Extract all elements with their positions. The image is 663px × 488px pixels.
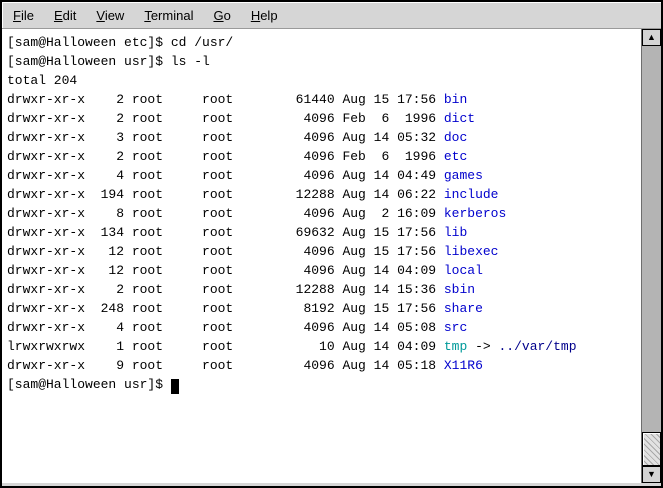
file-row: drwxr-xr-x 8 root root 4096 Aug 2 16:09 …: [7, 204, 641, 223]
command-line: [sam@Halloween etc]$ cd /usr/: [7, 33, 641, 52]
file-meta: drwxr-xr-x 2 root root 4096 Feb 6 1996: [7, 111, 444, 126]
scroll-down-arrow-icon: ▼: [647, 470, 656, 479]
symlink-name: tmp: [444, 339, 467, 354]
scrollbar-track[interactable]: [642, 46, 661, 466]
file-meta: drwxr-xr-x 12 root root 4096 Aug 15 17:5…: [7, 244, 444, 259]
window-body: [sam@Halloween etc]$ cd /usr/ [sam@Hallo…: [2, 29, 661, 483]
total-line: total 204: [7, 71, 641, 90]
file-name: dict: [444, 111, 475, 126]
file-meta: drwxr-xr-x 12 root root 4096 Aug 14 04:0…: [7, 263, 444, 278]
menu-item-go-label: o: [224, 8, 231, 23]
menu-item-edit[interactable]: Edit: [44, 4, 86, 27]
file-meta: drwxr-xr-x 2 root root 4096 Feb 6 1996: [7, 149, 444, 164]
menu-item-view[interactable]: View: [86, 4, 134, 27]
prompt-text: [sam@Halloween usr]$: [7, 377, 171, 392]
menu-item-help[interactable]: Help: [241, 4, 288, 27]
file-meta: drwxr-xr-x 9 root root 4096 Aug 14 05:18: [7, 358, 444, 373]
file-name: games: [444, 168, 483, 183]
file-row: drwxr-xr-x 3 root root 4096 Aug 14 05:32…: [7, 128, 641, 147]
file-name: src: [444, 320, 467, 335]
file-name: bin: [444, 92, 467, 107]
file-row: drwxr-xr-x 12 root root 4096 Aug 14 04:0…: [7, 261, 641, 280]
text-cursor: [171, 379, 179, 394]
file-row: drwxr-xr-x 9 root root 4096 Aug 14 05:18…: [7, 356, 641, 375]
menu-item-terminal[interactable]: Terminal: [134, 4, 203, 27]
menu-item-file-label: ile: [21, 8, 34, 23]
file-name: include: [444, 187, 499, 202]
file-name: kerberos: [444, 206, 506, 221]
file-row: drwxr-xr-x 2 root root 4096 Feb 6 1996 e…: [7, 147, 641, 166]
menu-item-edit-accel: E: [54, 8, 63, 23]
menu-item-terminal-label: erminal: [151, 8, 194, 23]
file-name: local: [444, 263, 483, 278]
menu-item-edit-label: dit: [63, 8, 77, 23]
menu-item-go-accel: G: [213, 8, 223, 23]
file-meta: drwxr-xr-x 248 root root 8192 Aug 15 17:…: [7, 301, 444, 316]
file-name: lib: [444, 225, 467, 240]
menu-item-help-label: elp: [260, 8, 277, 23]
file-meta: drwxr-xr-x 134 root root 69632 Aug 15 17…: [7, 225, 444, 240]
file-row: drwxr-xr-x 2 root root 61440 Aug 15 17:5…: [7, 90, 641, 109]
file-meta: drwxr-xr-x 8 root root 4096 Aug 2 16:09: [7, 206, 444, 221]
menu-item-help-accel: H: [251, 8, 260, 23]
file-name: etc: [444, 149, 467, 164]
file-row-symlink: lrwxrwxrwx 1 root root 10 Aug 14 04:09 t…: [7, 337, 641, 356]
file-meta: drwxr-xr-x 2 root root 12288 Aug 14 15:3…: [7, 282, 444, 297]
scroll-down-button[interactable]: ▼: [642, 466, 661, 483]
file-meta: drwxr-xr-x 194 root root 12288 Aug 14 06…: [7, 187, 444, 202]
terminal-screen[interactable]: [sam@Halloween etc]$ cd /usr/ [sam@Hallo…: [2, 29, 641, 483]
scroll-up-arrow-icon: ▲: [647, 33, 656, 42]
file-meta: drwxr-xr-x 3 root root 4096 Aug 14 05:32: [7, 130, 444, 145]
command-line: [sam@Halloween usr]$ ls -l: [7, 52, 641, 71]
terminal-window: File Edit View Terminal Go Help [sam@Hal…: [0, 0, 663, 488]
scrollbar-thumb[interactable]: [642, 432, 661, 466]
file-name: doc: [444, 130, 467, 145]
file-name: sbin: [444, 282, 475, 297]
file-meta: lrwxrwxrwx 1 root root 10 Aug 14 04:09: [7, 339, 444, 354]
file-row: drwxr-xr-x 2 root root 12288 Aug 14 15:3…: [7, 280, 641, 299]
menu-item-view-accel: V: [96, 8, 104, 23]
menu-item-go[interactable]: Go: [203, 4, 240, 27]
file-row: drwxr-xr-x 134 root root 69632 Aug 15 17…: [7, 223, 641, 242]
file-row: drwxr-xr-x 12 root root 4096 Aug 15 17:5…: [7, 242, 641, 261]
prompt-line: [sam@Halloween usr]$: [7, 375, 641, 394]
file-meta: drwxr-xr-x 4 root root 4096 Aug 14 05:08: [7, 320, 444, 335]
menu-item-view-label: iew: [105, 8, 125, 23]
file-row: drwxr-xr-x 248 root root 8192 Aug 15 17:…: [7, 299, 641, 318]
file-name: X11R6: [444, 358, 483, 373]
file-meta: drwxr-xr-x 2 root root 61440 Aug 15 17:5…: [7, 92, 444, 107]
symlink-arrow: ->: [467, 339, 498, 354]
file-row: drwxr-xr-x 194 root root 12288 Aug 14 06…: [7, 185, 641, 204]
file-row: drwxr-xr-x 2 root root 4096 Feb 6 1996 d…: [7, 109, 641, 128]
scroll-up-button[interactable]: ▲: [642, 29, 661, 46]
scrollbar: ▲ ▼: [641, 29, 661, 483]
file-meta: drwxr-xr-x 4 root root 4096 Aug 14 04:49: [7, 168, 444, 183]
menu-item-file-accel: F: [13, 8, 21, 23]
file-name: libexec: [444, 244, 499, 259]
menu-bar: File Edit View Terminal Go Help: [2, 2, 661, 29]
command-text: [sam@Halloween usr]$ ls -l: [7, 54, 210, 69]
symlink-target: ../var/tmp: [499, 339, 577, 354]
menu-item-file[interactable]: File: [3, 4, 44, 27]
file-name: share: [444, 301, 483, 316]
command-text: [sam@Halloween etc]$ cd /usr/: [7, 35, 233, 50]
file-row: drwxr-xr-x 4 root root 4096 Aug 14 05:08…: [7, 318, 641, 337]
total-text: total 204: [7, 73, 77, 88]
file-row: drwxr-xr-x 4 root root 4096 Aug 14 04:49…: [7, 166, 641, 185]
